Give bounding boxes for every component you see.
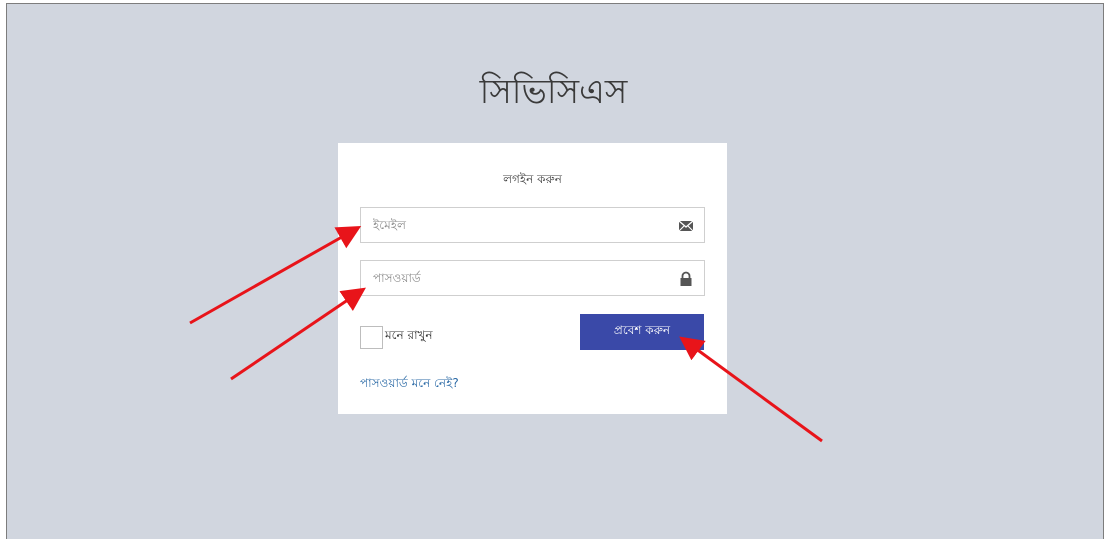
login-button[interactable]: প্রবেশ করুন: [580, 314, 704, 350]
remember-me-label: মনে রাখুন: [385, 328, 433, 342]
lock-icon: [680, 271, 692, 286]
login-heading: লগইন করুন: [503, 172, 562, 186]
remember-me: মনে রাখুন: [360, 325, 433, 349]
envelope-icon: [678, 220, 694, 232]
password-input[interactable]: [361, 261, 704, 295]
email-input[interactable]: [361, 208, 704, 242]
login-panel: লগইন করুন মনে রাখুন প্রবেশ করুন পাসওয়ার…: [338, 143, 727, 414]
email-field-wrapper: [360, 207, 705, 243]
forgot-password-link[interactable]: পাসওয়ার্ড মনে নেই?: [360, 375, 459, 395]
remember-me-checkbox[interactable]: [360, 325, 383, 349]
app-title: সিভিসিএস: [479, 72, 628, 112]
password-field-wrapper: [360, 260, 705, 296]
